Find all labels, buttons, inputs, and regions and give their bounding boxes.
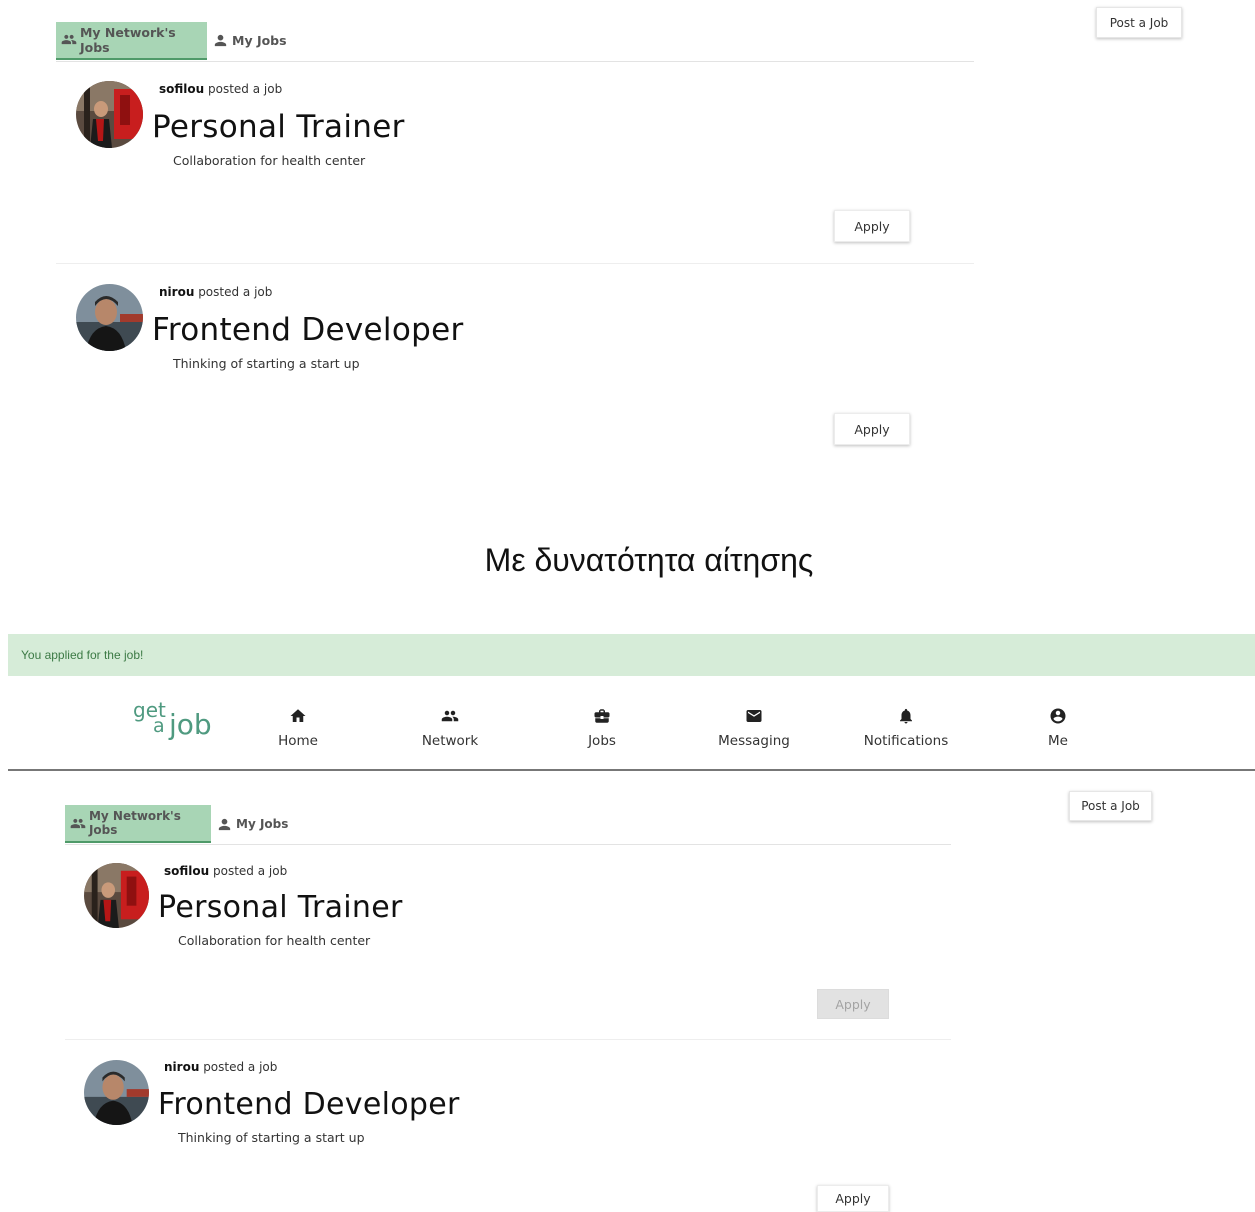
avatar	[84, 863, 149, 928]
poster-name[interactable]: sofilou	[159, 82, 204, 96]
caption: Με δυνατότητα αίτησης	[484, 542, 814, 578]
job-description: Thinking of starting a start up	[173, 356, 360, 371]
person-icon	[212, 32, 229, 49]
success-alert: You applied for the job!	[8, 634, 1255, 676]
job-title: Personal Trainer	[158, 890, 403, 925]
account-circle-icon	[1049, 707, 1067, 725]
tab-label: My Jobs	[232, 33, 287, 48]
tab-label: My Network's Jobs	[79, 24, 176, 55]
job-title: Frontend Developer	[158, 1087, 460, 1122]
job-poster: sofilou posted a job	[159, 82, 282, 96]
apply-button[interactable]: Apply	[834, 413, 910, 445]
poster-suffix: posted a job	[209, 864, 288, 878]
people-icon	[441, 707, 459, 725]
nav-label: Jobs	[588, 733, 616, 749]
avatar	[84, 1060, 149, 1125]
nav-label: Notifications	[863, 733, 949, 749]
poster-name[interactable]: nirou	[159, 285, 194, 299]
nav-me[interactable]: Me	[998, 707, 1118, 749]
tab-my-jobs[interactable]: My Jobs	[211, 805, 293, 843]
avatar	[76, 81, 143, 148]
nav-label: Home	[278, 733, 318, 749]
nav-jobs[interactable]: Jobs	[542, 707, 662, 749]
apply-button[interactable]: Apply	[834, 210, 910, 242]
job-description: Thinking of starting a start up	[178, 1130, 365, 1145]
poster-suffix: posted a job	[199, 1060, 278, 1074]
briefcase-icon	[593, 707, 611, 725]
job-poster: nirou posted a job	[164, 1060, 277, 1074]
person-icon	[216, 816, 233, 833]
post-job-button[interactable]: Post a Job	[1069, 791, 1152, 821]
tab-my-networks-jobs[interactable]: My Network's Jobs	[65, 805, 211, 843]
nav-home[interactable]: Home	[238, 707, 358, 749]
poster-suffix: posted a job	[204, 82, 283, 96]
job-title: Frontend Developer	[152, 312, 464, 348]
apply-button[interactable]: Apply	[817, 1185, 889, 1212]
top-tab-bar: My Network's Jobs My Jobs	[56, 20, 974, 62]
nav-label: Me	[1048, 733, 1068, 749]
bell-icon	[897, 707, 915, 725]
nav-network[interactable]: Network	[390, 707, 510, 749]
avatar	[76, 284, 143, 351]
logo[interactable]: get a job	[133, 698, 213, 748]
job-poster: sofilou posted a job	[164, 864, 287, 878]
poster-suffix: posted a job	[194, 285, 273, 299]
poster-name[interactable]: sofilou	[164, 864, 209, 878]
job-description: Collaboration for health center	[178, 933, 371, 948]
home-icon	[289, 707, 307, 725]
nav-label: Messaging	[718, 733, 790, 749]
tab-label: My Network's Jobs	[88, 809, 181, 837]
job-poster: nirou posted a job	[159, 285, 272, 299]
poster-name[interactable]: nirou	[164, 1060, 199, 1074]
tab-my-jobs[interactable]: My Jobs	[207, 22, 292, 60]
people-icon	[70, 815, 86, 832]
tab-my-networks-jobs[interactable]: My Network's Jobs	[56, 21, 207, 60]
people-icon	[61, 31, 77, 48]
logo-a: a	[153, 715, 165, 737]
apply-button-disabled[interactable]: Apply	[817, 989, 889, 1019]
bottom-tab-bar: My Network's Jobs My Jobs	[65, 804, 951, 845]
nav-label: Network	[421, 733, 479, 749]
nav-messaging[interactable]: Messaging	[694, 707, 814, 749]
divider	[56, 263, 974, 264]
envelope-icon	[745, 707, 763, 725]
divider	[65, 1039, 951, 1040]
tab-label: My Jobs	[236, 817, 289, 831]
job-title: Personal Trainer	[152, 109, 405, 145]
post-job-button[interactable]: Post a Job	[1096, 7, 1182, 38]
nav-notifications[interactable]: Notifications	[846, 707, 966, 749]
job-description: Collaboration for health center	[173, 153, 366, 168]
logo-job: job	[169, 708, 212, 741]
top-navbar: get a job Home Network Jobs Messaging No…	[8, 678, 1255, 771]
